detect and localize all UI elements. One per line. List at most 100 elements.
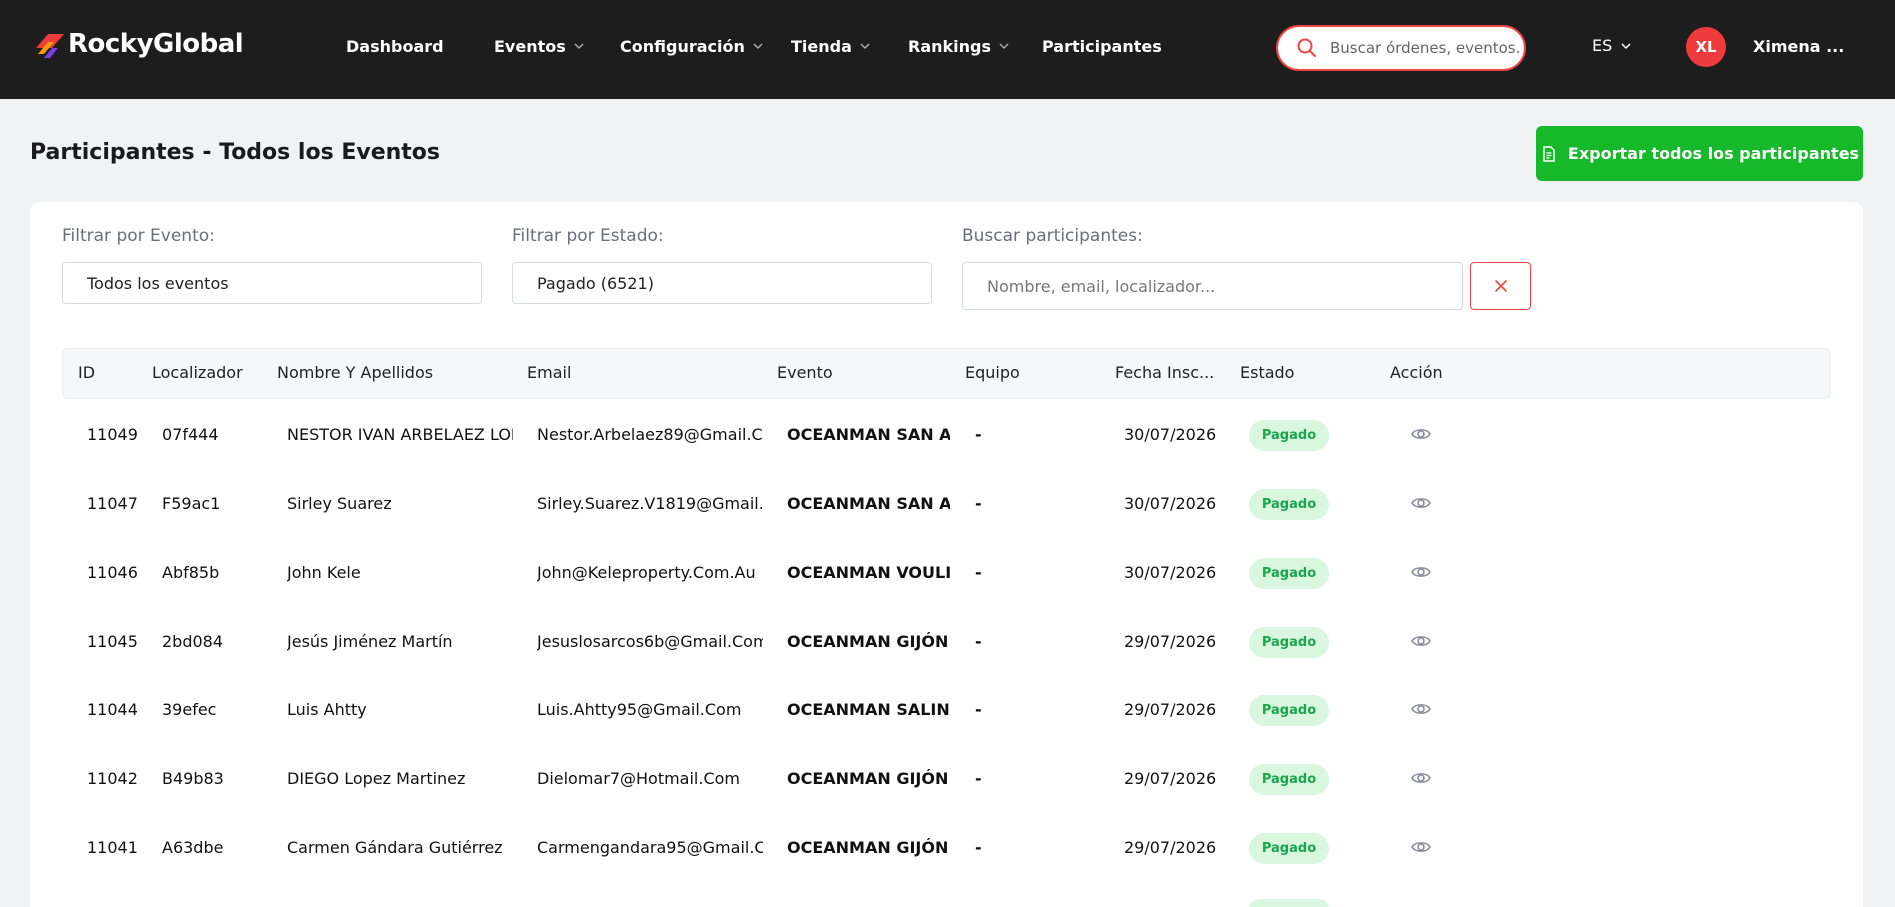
cell-id: 11044 — [87, 700, 138, 719]
cell-id: 11046 — [87, 563, 138, 582]
column-header-equipo[interactable]: Equipo — [965, 363, 1020, 382]
status-filter-label: Filtrar por Estado: — [512, 226, 664, 246]
cell-equipo: - — [975, 563, 982, 582]
cell-email: Nestor.Arbelaez89@Gmail.Com — [537, 425, 763, 444]
nav-configuracion-label: Configuración — [620, 36, 745, 56]
status-filter-value: Pagado (6521) — [537, 273, 654, 293]
cell-localizador: F59ac1 — [162, 494, 221, 513]
nav-rankings-label: Rankings — [908, 36, 991, 56]
cell-equipo: - — [975, 769, 982, 788]
cell-nombre: John Kele — [287, 563, 361, 582]
nav-participantes-label: Participantes — [1042, 36, 1162, 56]
cell-id: 11041 — [87, 838, 138, 857]
cell-fecha: 29/07/2026 — [1124, 632, 1217, 651]
cell-fecha: 29/07/2026 — [1124, 838, 1217, 857]
user-name[interactable]: Ximena ... — [1753, 37, 1844, 56]
cell-evento: OCEANMAN SAN ANDRES — [787, 494, 950, 513]
cell-localizador: B49b83 — [162, 769, 224, 788]
participant-search-field[interactable] — [962, 262, 1463, 310]
column-header-id[interactable]: ID — [78, 363, 95, 382]
cell-equipo: - — [975, 838, 982, 857]
cell-fecha: 29/07/2026 — [1124, 769, 1217, 788]
cell-id: 11047 — [87, 494, 138, 513]
nav-eventos[interactable]: Eventos — [494, 34, 586, 58]
nav-tienda[interactable]: Tienda — [791, 34, 872, 58]
logo-icon — [36, 34, 64, 58]
eye-icon[interactable] — [1410, 836, 1432, 858]
eye-icon[interactable] — [1410, 561, 1432, 583]
status-badge: Pagado — [1249, 833, 1329, 864]
nav-configuracion[interactable]: Configuración — [620, 34, 765, 58]
cell-nombre: Carmen Gándara Gutiérrez — [287, 838, 503, 857]
cell-id: 11042 — [87, 769, 138, 788]
export-document-icon — [1543, 145, 1555, 162]
column-header-evento[interactable]: Evento — [777, 363, 833, 382]
column-header-email[interactable]: Email — [527, 363, 571, 382]
eye-icon[interactable] — [1410, 630, 1432, 652]
nav-tienda-label: Tienda — [791, 36, 852, 56]
cell-email: Dielomar7@Hotmail.Com — [537, 769, 740, 788]
chevron-down-icon — [753, 43, 763, 50]
nav-eventos-label: Eventos — [494, 36, 566, 56]
cell-email: Luis.Ahtty95@Gmail.Com — [537, 700, 742, 719]
column-header-nombre[interactable]: Nombre Y Apellidos — [277, 363, 433, 382]
cell-equipo: - — [975, 632, 982, 651]
avatar[interactable]: XL — [1686, 27, 1726, 67]
event-filter-select[interactable]: Todos los eventos — [62, 262, 482, 304]
chevron-down-icon — [860, 43, 870, 50]
cell-localizador: 2bd084 — [162, 632, 224, 651]
cell-evento: OCEANMAN GIJÓN - SPAIN — [787, 838, 950, 857]
cell-localizador: 07f444 — [162, 425, 219, 444]
page-title: Participantes - Todos los Eventos — [30, 140, 441, 165]
nav-participantes[interactable]: Participantes — [1042, 34, 1162, 58]
brand-logo[interactable]: RockyGlobal — [34, 26, 244, 62]
cell-fecha: 30/07/2026 — [1124, 494, 1217, 513]
search-icon — [1297, 38, 1316, 57]
cell-localizador: A63dbe — [162, 838, 224, 857]
status-filter-select[interactable]: Pagado (6521) — [512, 262, 932, 304]
cell-email: Sirley.Suarez.V1819@Gmail.Com — [537, 494, 763, 513]
cell-equipo: - — [975, 700, 982, 719]
chevron-down-icon — [574, 43, 584, 50]
cell-email: Jesuslosarcos6b@Gmail.Com — [537, 632, 763, 651]
cell-id: 11045 — [87, 632, 138, 651]
participant-search-input[interactable] — [987, 276, 1447, 296]
language-selector[interactable]: ES — [1592, 36, 1633, 55]
chevron-down-icon — [999, 43, 1009, 50]
event-filter-value: Todos los eventos — [87, 273, 229, 293]
participant-search-label: Buscar participantes: — [962, 226, 1143, 246]
cell-evento: OCEANMAN GIJÓN - SPAIN — [787, 632, 950, 651]
eye-icon[interactable] — [1410, 423, 1432, 445]
eye-icon[interactable] — [1410, 492, 1432, 514]
cell-email: John@Keleproperty.Com.Au — [537, 563, 756, 582]
cell-nombre: Sirley Suarez — [287, 494, 392, 513]
nav-rankings[interactable]: Rankings — [908, 34, 1011, 58]
eye-icon[interactable] — [1410, 698, 1432, 720]
export-all-button[interactable]: Exportar todos los participantes — [1536, 126, 1863, 181]
cell-localizador: Abf85b — [162, 563, 220, 582]
nav-dashboard[interactable]: Dashboard — [346, 34, 444, 58]
cell-fecha: 29/07/2026 — [1124, 700, 1217, 719]
cell-nombre: Jesús Jiménez Martín — [287, 632, 453, 651]
clear-search-button[interactable] — [1470, 262, 1531, 310]
top-navbar: RockyGlobal Dashboard Eventos Configurac… — [0, 0, 1895, 99]
brand-name: RockyGlobal — [68, 29, 244, 59]
global-search-input[interactable] — [1330, 39, 1520, 57]
column-header-fecha[interactable]: Fecha Insc... — [1115, 363, 1214, 382]
language-label: ES — [1592, 36, 1613, 55]
column-header-localizador[interactable]: Localizador — [152, 363, 243, 382]
status-badge: Pagado — [1249, 695, 1329, 726]
status-badge: Pagado — [1249, 489, 1329, 520]
cell-id: 11049 — [87, 425, 138, 444]
export-all-label: Exportar todos los participantes — [1567, 144, 1860, 163]
global-search[interactable] — [1276, 25, 1526, 71]
column-header-accion: Acción — [1390, 363, 1443, 382]
event-filter-label: Filtrar por Evento: — [62, 226, 215, 246]
cell-email: Carmengandara95@Gmail.Com — [537, 838, 763, 857]
cell-evento: OCEANMAN SAN ANDRES — [787, 425, 950, 444]
status-badge: Pagado — [1249, 558, 1329, 589]
cell-nombre: DIEGO Lopez Martinez — [287, 769, 466, 788]
column-header-estado[interactable]: Estado — [1240, 363, 1294, 382]
eye-icon[interactable] — [1410, 767, 1432, 789]
cell-evento: OCEANMAN VOULIAGMENI — [787, 563, 950, 582]
